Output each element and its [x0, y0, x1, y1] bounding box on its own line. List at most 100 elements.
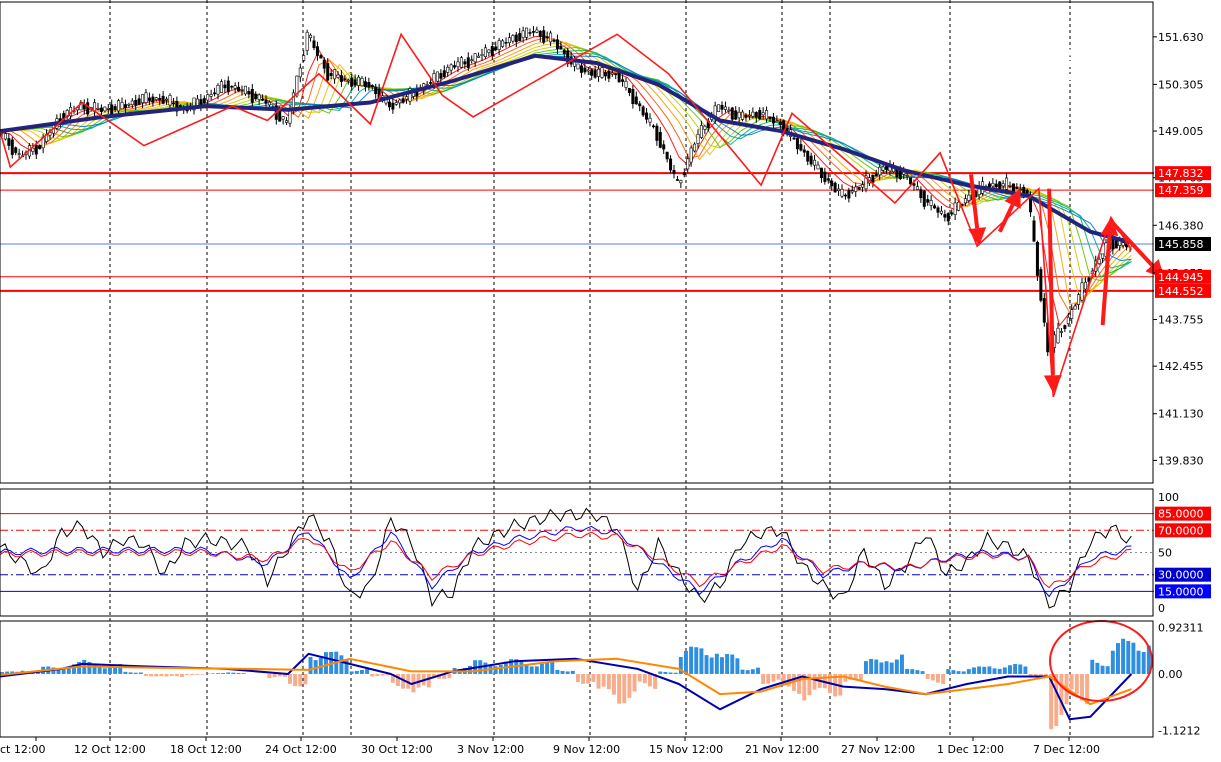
candle-body [747, 114, 751, 117]
candle-body [881, 166, 885, 171]
candle-body [168, 95, 172, 106]
candle-body [535, 29, 539, 33]
candle-body [425, 84, 429, 86]
candle-body [326, 63, 330, 81]
candle-body [813, 159, 817, 166]
candle-body [456, 61, 460, 68]
candle-body [545, 36, 549, 38]
candle-body [963, 198, 967, 204]
macd-bar [905, 668, 910, 674]
candle-body [614, 73, 618, 76]
candle-body [336, 74, 340, 78]
candle-body [761, 112, 765, 116]
candle-body [576, 63, 580, 70]
candle-body [843, 194, 847, 197]
candle-body [744, 114, 748, 118]
level-tag-label: 147.832 [1158, 167, 1204, 180]
candle-body [233, 85, 237, 89]
candle-body [723, 106, 727, 110]
candle-body [309, 34, 313, 39]
candle-body [885, 166, 889, 170]
y-tick-label: 146.380 [1158, 219, 1204, 232]
macd-bar [961, 671, 966, 674]
macd-bar [102, 668, 107, 674]
candle-body [765, 110, 769, 120]
candle-body [1077, 294, 1081, 305]
macd-bar [370, 673, 375, 677]
candle-body [230, 85, 234, 88]
candle-body [1042, 298, 1046, 323]
candle-body [103, 106, 107, 112]
candle-body [1066, 316, 1070, 324]
macd-bar [159, 673, 164, 677]
macd-bar [180, 673, 184, 678]
macd-bar [1126, 641, 1131, 674]
candle-body [154, 97, 158, 100]
candle-body [353, 79, 357, 86]
macd-bar [591, 673, 596, 682]
stoch-line [0, 531, 1132, 589]
candle-body [579, 65, 583, 73]
macd-bar [138, 672, 143, 674]
macd-bar [756, 667, 760, 674]
candle-body [933, 205, 937, 209]
macd-bar [128, 672, 133, 674]
candle-body [552, 40, 556, 42]
macd-tick-label: 0.00 [1158, 668, 1183, 681]
macd-bar [375, 673, 380, 677]
macd-bar [365, 669, 370, 674]
candle-body [771, 116, 775, 124]
candle-body [497, 40, 501, 50]
candle-body [435, 71, 439, 82]
macd-bar [879, 662, 884, 674]
candle-body [562, 49, 566, 55]
candle-body [720, 104, 724, 110]
candle-body [487, 49, 491, 53]
candle-body [915, 186, 919, 190]
macd-bar [133, 672, 138, 674]
candle-body [1080, 282, 1084, 301]
candle-body [531, 31, 535, 33]
candle-body [638, 103, 642, 107]
macd-bar [498, 664, 503, 674]
level-tag-label: 147.359 [1158, 184, 1204, 197]
x-tick-label: 12 Oct 12:00 [74, 743, 146, 756]
macd-bar [694, 647, 699, 674]
candle-body [226, 80, 230, 93]
candle-body [854, 186, 858, 192]
candle-body [394, 102, 398, 105]
macd-bar [1002, 667, 1007, 674]
macd-bar [761, 673, 766, 684]
macd-bar [216, 673, 220, 674]
candle-body [1101, 253, 1105, 259]
macd-bar [642, 673, 647, 684]
candle-body [905, 175, 909, 177]
candle-body [929, 200, 933, 206]
macd-bar [946, 669, 951, 674]
macd-bar [293, 673, 298, 687]
macd-bar [684, 650, 688, 674]
macd-bar [483, 662, 488, 674]
candle-body [651, 125, 655, 128]
candle-body [686, 158, 690, 170]
candle-body [250, 88, 254, 103]
candle-body [631, 89, 635, 105]
candle-body [202, 98, 206, 103]
candle-body [645, 112, 649, 120]
level-tag-label: 145.858 [1158, 238, 1204, 251]
stoch-tag-label: 70.0000 [1158, 524, 1204, 537]
candle-body [288, 110, 292, 124]
candle-body [357, 76, 361, 86]
macd-bar [915, 670, 920, 674]
candle-body [281, 116, 285, 120]
macd-bar [874, 659, 879, 674]
candle-body [312, 40, 316, 48]
x-tick-label: 24 Oct 12:00 [265, 743, 337, 756]
candle-body [329, 73, 333, 76]
x-tick-label: ct 12:00 [0, 743, 46, 756]
candle-body [264, 99, 268, 104]
macd-bar [534, 666, 539, 674]
candle-body [34, 144, 38, 155]
macd-bar [720, 657, 724, 674]
candle-body [521, 30, 525, 38]
